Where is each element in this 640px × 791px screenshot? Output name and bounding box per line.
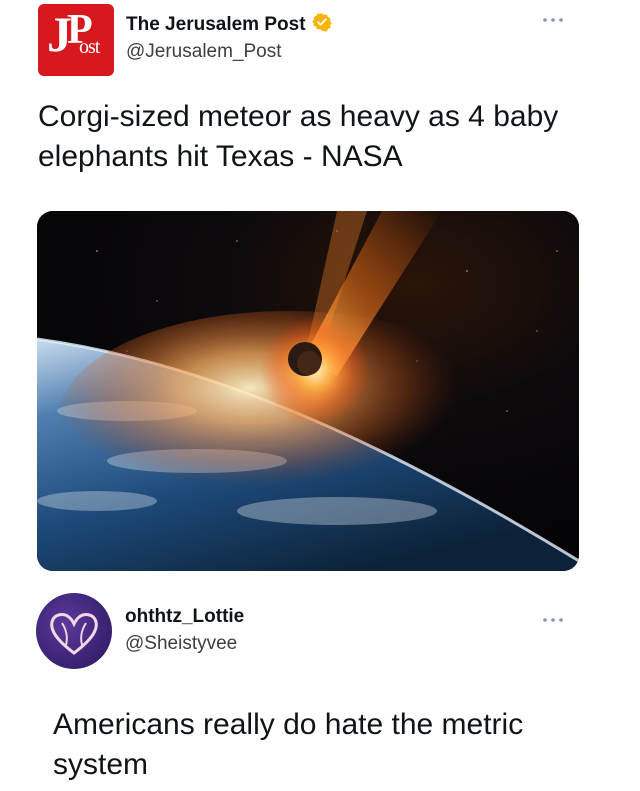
tweet-card[interactable]: J P ost The Jerusalem Post @Jerusalem_Po… <box>0 0 640 585</box>
author-name-row[interactable]: The Jerusalem Post <box>126 12 332 38</box>
author-handle[interactable]: @Sheistyvee <box>125 633 237 655</box>
tweet-media-image[interactable] <box>37 211 579 571</box>
avatar[interactable]: J P ost <box>38 4 114 76</box>
tweet-text: Americans really do hate the metric syst… <box>53 708 524 781</box>
jpost-logo-ost: ost <box>79 36 100 58</box>
author-display-name[interactable]: ohthtz_Lottie <box>125 606 244 628</box>
tweet-card[interactable]: ohthtz_Lottie @Sheistyvee Americans real… <box>0 585 640 791</box>
author-handle[interactable]: @Jerusalem_Post <box>126 41 282 63</box>
more-options-icon[interactable] <box>538 610 568 630</box>
author-display-name[interactable]: The Jerusalem Post <box>126 14 306 36</box>
verified-badge-icon <box>311 12 332 38</box>
more-options-icon[interactable] <box>538 10 568 30</box>
heart-avatar-icon[interactable] <box>36 593 112 669</box>
tweet-text: Corgi-sized meteor as heavy as 4 baby el… <box>38 100 559 173</box>
